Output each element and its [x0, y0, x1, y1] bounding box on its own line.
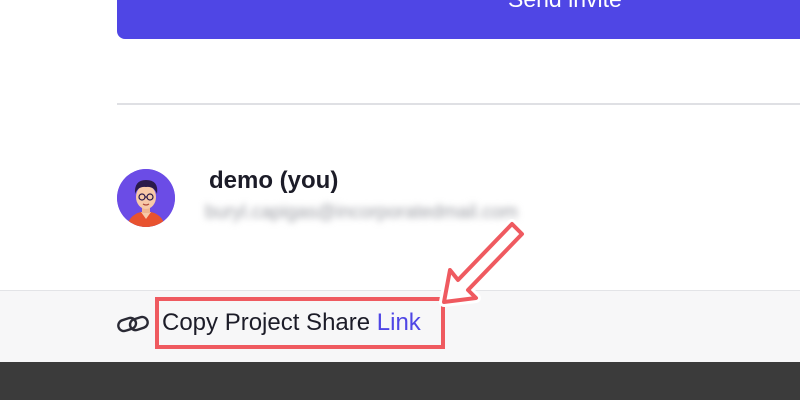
link-chain-icon[interactable] — [116, 312, 150, 336]
member-name: demo (you) — [209, 167, 339, 194]
divider — [117, 103, 800, 105]
member-email: buryl.capigas@incorporatedmail.com — [205, 202, 518, 223]
send-invite-button[interactable] — [117, 0, 800, 39]
copy-link-text[interactable]: Copy Project Share — [162, 309, 377, 336]
copy-link-accent-text[interactable]: Link — [377, 309, 421, 336]
bottom-bar — [0, 362, 800, 400]
share-project-panel: Send invite demo (you) buryl.capigas@inc… — [0, 0, 800, 400]
avatar — [117, 169, 175, 227]
send-invite-label[interactable]: Send invite — [508, 0, 622, 11]
copy-project-share-link[interactable]: Copy Project Share Link — [162, 309, 421, 337]
user-avatar-icon — [117, 169, 175, 227]
